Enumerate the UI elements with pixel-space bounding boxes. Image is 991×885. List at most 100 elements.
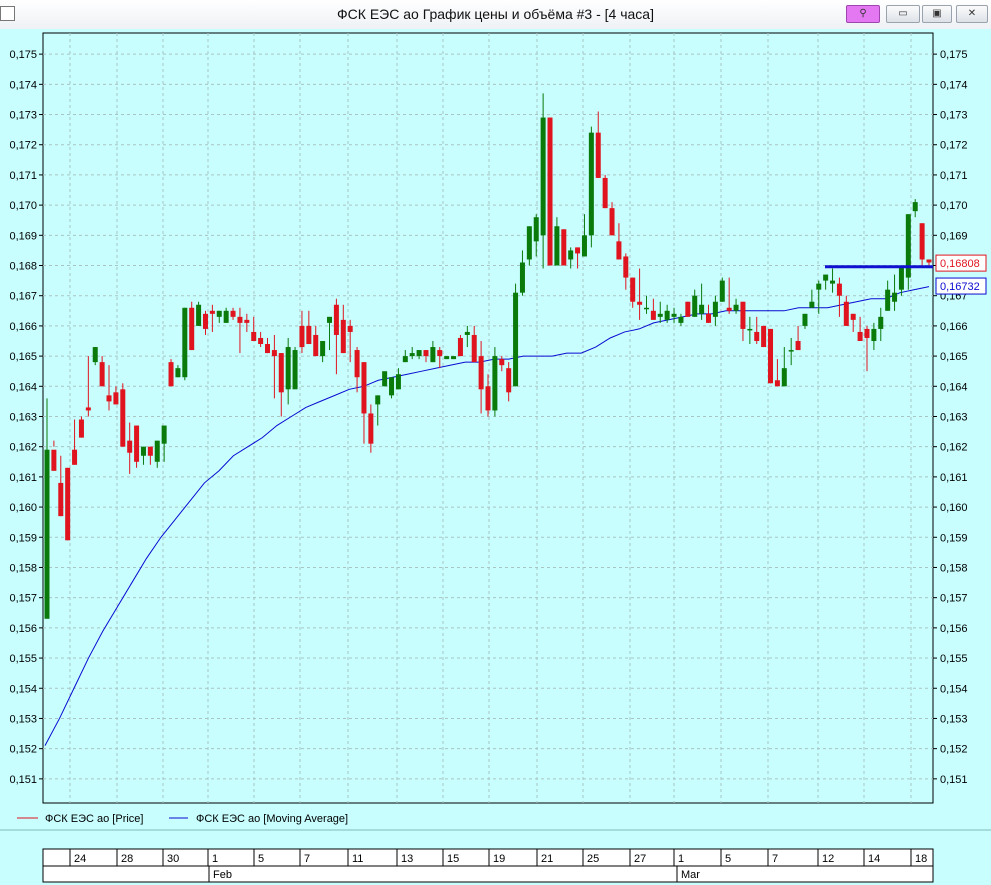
candle[interactable] (154, 440, 160, 468)
candle[interactable] (898, 265, 904, 296)
candle[interactable] (340, 304, 346, 354)
candle[interactable] (678, 313, 684, 326)
candle[interactable] (265, 337, 270, 354)
candle[interactable] (795, 325, 801, 351)
candle[interactable] (774, 359, 780, 387)
candle[interactable] (127, 422, 133, 474)
candle[interactable] (389, 377, 395, 399)
candle[interactable] (402, 350, 408, 363)
candle[interactable] (92, 347, 98, 366)
candle[interactable] (237, 307, 243, 354)
candle[interactable] (492, 347, 498, 417)
candle[interactable] (630, 277, 636, 308)
candle[interactable] (519, 250, 525, 296)
candle[interactable] (892, 274, 898, 311)
candle[interactable] (533, 214, 539, 257)
candle[interactable] (513, 283, 519, 387)
candle[interactable] (99, 356, 105, 387)
candle[interactable] (637, 268, 643, 320)
candle[interactable] (485, 374, 491, 417)
candle[interactable] (65, 467, 71, 541)
candle[interactable] (182, 307, 188, 381)
candle[interactable] (850, 313, 856, 332)
candle[interactable] (189, 301, 195, 351)
candle[interactable] (354, 347, 360, 393)
candle[interactable] (285, 337, 291, 405)
candle[interactable] (809, 289, 815, 308)
candle[interactable] (650, 298, 656, 320)
candle[interactable] (547, 117, 553, 266)
candle[interactable] (526, 226, 532, 266)
candle[interactable] (423, 350, 429, 363)
candle[interactable] (147, 446, 153, 465)
candle[interactable] (823, 274, 829, 290)
candle[interactable] (643, 295, 649, 314)
candle[interactable] (685, 301, 691, 317)
candle[interactable] (223, 307, 229, 323)
candle[interactable] (719, 277, 725, 302)
candle[interactable] (464, 325, 470, 348)
candle[interactable] (588, 126, 594, 248)
candle[interactable] (375, 395, 381, 426)
candle[interactable] (320, 341, 326, 363)
candle[interactable] (506, 362, 512, 402)
chart-area[interactable]: 0,151 0,152 0,153 0,154 0,155 0,156 0,157 0,158… (0, 29, 991, 885)
candle[interactable] (168, 359, 174, 387)
candle[interactable] (712, 295, 718, 326)
candle[interactable] (175, 365, 181, 378)
candle[interactable] (671, 307, 677, 323)
candle[interactable] (230, 307, 236, 320)
candle[interactable] (278, 353, 284, 417)
candle[interactable] (926, 259, 932, 266)
candle[interactable] (292, 347, 298, 390)
candle[interactable] (368, 404, 374, 453)
candle[interactable] (120, 383, 126, 447)
candle[interactable] (768, 328, 774, 384)
candle[interactable] (430, 341, 436, 363)
candle[interactable] (754, 316, 760, 345)
candle[interactable] (58, 455, 64, 517)
candle[interactable] (306, 310, 312, 345)
minimize-button[interactable]: ▭ (886, 5, 920, 23)
candle[interactable] (51, 440, 57, 471)
candle[interactable] (857, 316, 863, 341)
candle[interactable] (788, 337, 794, 366)
candle[interactable] (78, 416, 84, 438)
pin-button[interactable]: ⚲ (846, 5, 880, 23)
candle[interactable] (444, 356, 450, 360)
candle[interactable] (657, 301, 663, 323)
candle[interactable] (471, 325, 477, 363)
candle[interactable] (761, 325, 767, 348)
close-button[interactable]: ✕ (956, 5, 988, 23)
candle[interactable] (244, 313, 250, 332)
candle[interactable] (209, 304, 215, 332)
candle[interactable] (478, 341, 484, 414)
candle[interactable] (113, 386, 119, 405)
candle[interactable] (216, 310, 222, 323)
candle[interactable] (333, 298, 339, 375)
candle[interactable] (706, 304, 711, 323)
candle[interactable] (499, 356, 505, 372)
candle[interactable] (202, 310, 208, 335)
candle[interactable] (802, 313, 808, 329)
candle[interactable] (44, 398, 50, 619)
candle[interactable] (161, 425, 167, 462)
candle[interactable] (864, 325, 870, 372)
candle[interactable] (905, 214, 911, 290)
candle[interactable] (196, 301, 202, 326)
candle[interactable] (561, 229, 567, 266)
candle[interactable] (451, 356, 457, 360)
candle[interactable] (733, 298, 739, 314)
candle[interactable] (271, 334, 277, 399)
candle[interactable] (72, 419, 78, 465)
candle[interactable] (885, 280, 891, 311)
candle[interactable] (871, 322, 877, 351)
candle[interactable] (740, 301, 746, 341)
candle[interactable] (140, 446, 146, 465)
candle[interactable] (699, 283, 705, 320)
candle[interactable] (382, 371, 388, 387)
candle[interactable] (409, 347, 415, 360)
candle[interactable] (554, 217, 560, 266)
candle[interactable] (457, 334, 463, 357)
candle[interactable] (595, 111, 601, 178)
